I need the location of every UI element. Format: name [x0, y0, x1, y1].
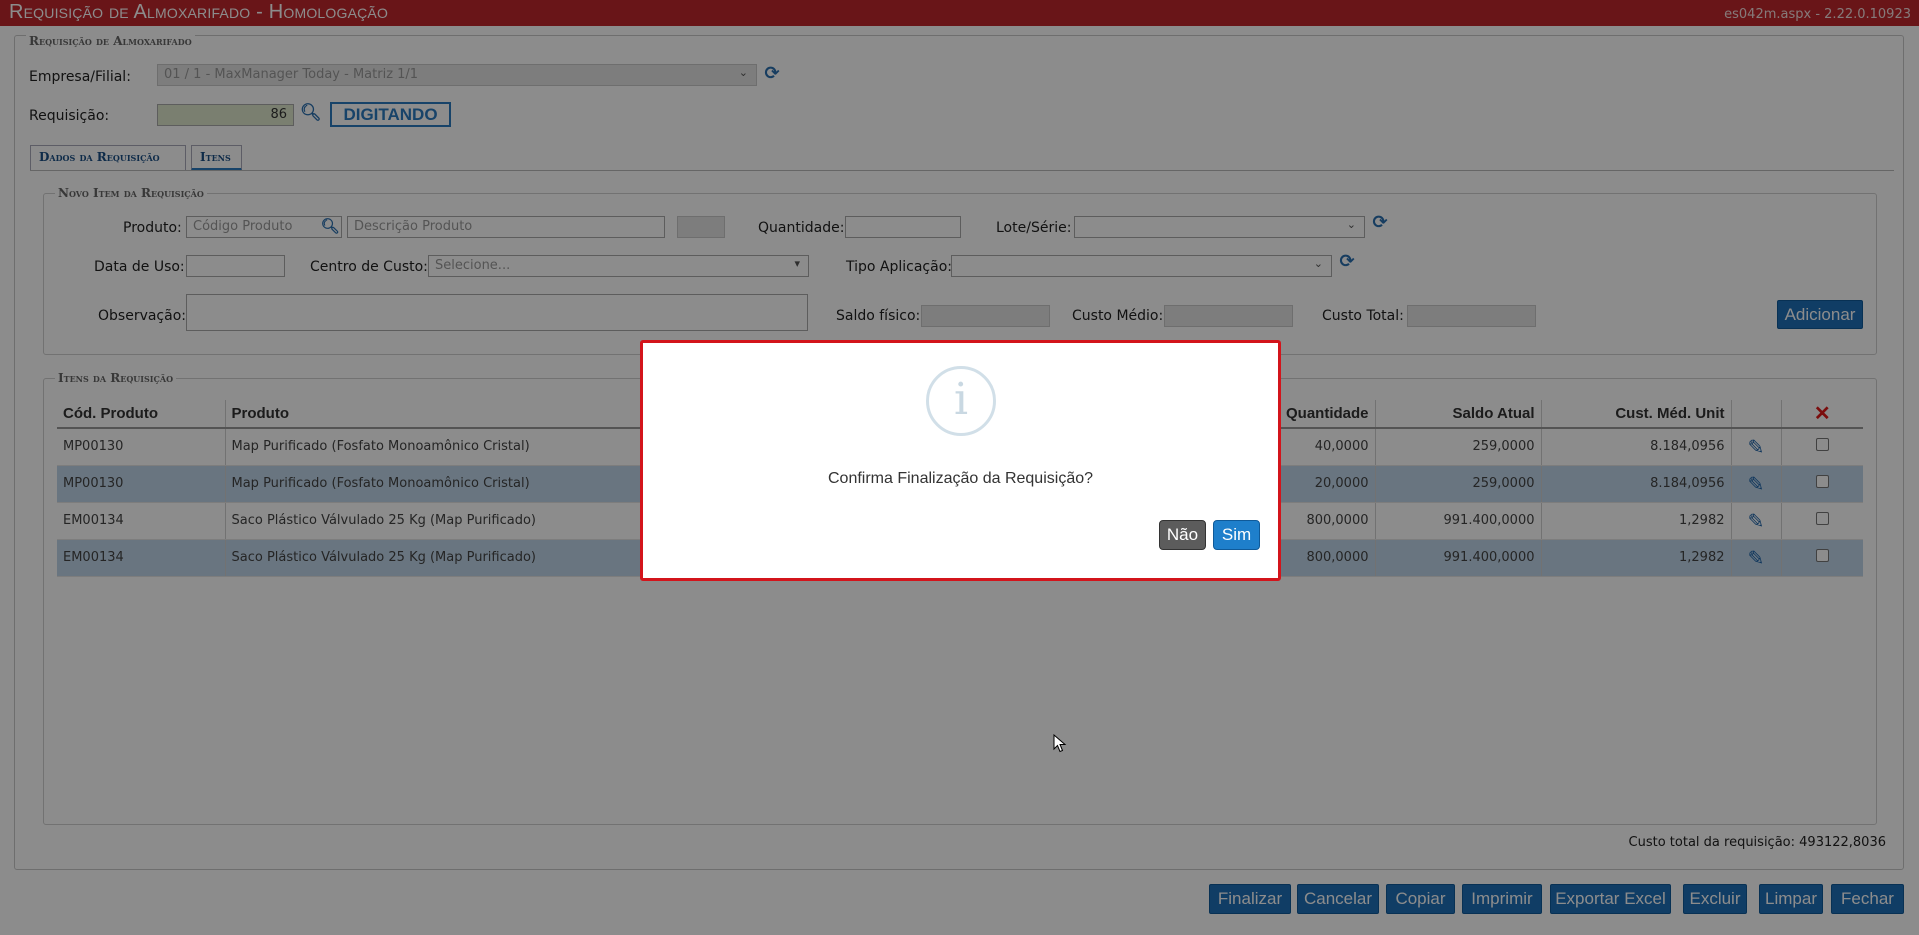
- dialog-message: Confirma Finalização da Requisição?: [827, 470, 1094, 487]
- confirm-dialog: i Confirma Finalização da Requisição? Nã…: [640, 340, 1281, 581]
- info-icon: i: [926, 366, 996, 436]
- mouse-cursor-icon: [1053, 734, 1067, 753]
- sim-button[interactable]: Sim: [1213, 520, 1260, 550]
- nao-button[interactable]: Não: [1159, 520, 1206, 550]
